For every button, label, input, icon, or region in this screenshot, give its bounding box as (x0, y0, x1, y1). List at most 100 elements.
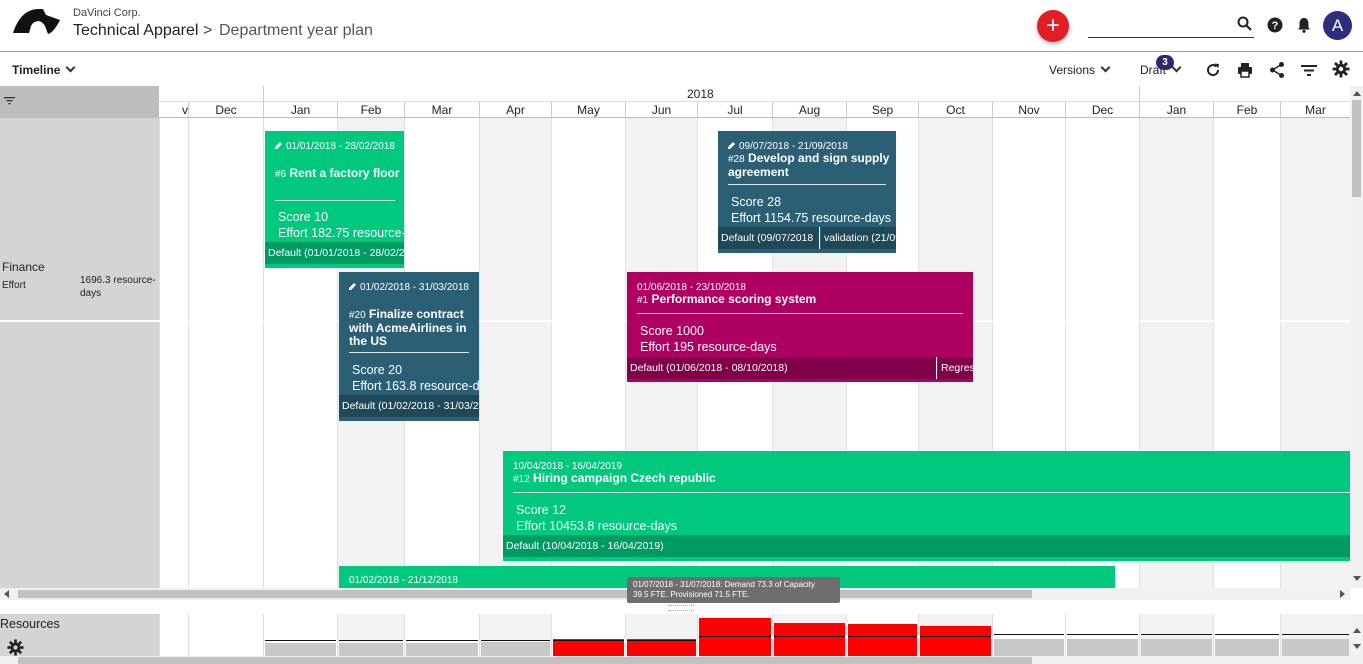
capacity-line (774, 636, 845, 637)
year-label: 2018 (687, 87, 714, 101)
resource-bar[interactable] (848, 624, 917, 656)
month-label: Oct (918, 102, 992, 117)
month-label: Mar (1280, 102, 1350, 117)
month-column (159, 118, 188, 588)
capacity-line (339, 640, 403, 641)
card-title-text: Finalize contract with AcmeAirlines in t… (349, 307, 467, 348)
view-selector-timeline[interactable]: Timeline (12, 62, 76, 77)
help-icon[interactable]: ? (1266, 16, 1284, 34)
versions-label: Versions (1049, 63, 1096, 77)
capacity-line (1141, 634, 1212, 635)
vertical-scrollbar-thumb[interactable] (1352, 100, 1361, 197)
card-title: #20 Finalize contract with AcmeAirlines … (349, 308, 474, 348)
filter-icon[interactable] (1300, 61, 1318, 79)
card-phase-default[interactable]: Default (01/02/2018 - 31/03/2018) (339, 395, 479, 417)
refresh-icon[interactable] (1204, 61, 1222, 79)
resource-bar[interactable] (1215, 639, 1279, 656)
search-icon[interactable] (1236, 15, 1254, 33)
card-phase-default[interactable]: Default (10/04/2018 - 16/04/2019) (503, 535, 1350, 557)
capacity-line (1282, 634, 1349, 635)
print-icon[interactable] (1236, 61, 1254, 79)
resources-settings-gear-icon[interactable] (7, 639, 24, 656)
card-dates: 01/02/2018 - 31/03/2018 (349, 281, 474, 294)
capacity-line (406, 640, 478, 641)
resource-bar[interactable] (1141, 639, 1212, 656)
project-card[interactable]: 01/06/2018 - 23/10/2018 #1 Performance s… (627, 272, 973, 382)
capacity-line (848, 636, 917, 637)
pane-splitter-handle[interactable] (668, 605, 694, 611)
resource-horizontal-scrollbar-thumb[interactable] (18, 657, 1032, 664)
resource-bar[interactable] (920, 626, 991, 656)
add-button[interactable]: + (1037, 10, 1069, 42)
horizontal-scrollbar-thumb[interactable] (18, 590, 1032, 598)
year-divider (1139, 86, 1140, 102)
project-card[interactable]: 09/07/2018 - 21/09/2018 #28 Develop and … (718, 131, 896, 253)
search-underline (1088, 37, 1254, 38)
resource-bar[interactable] (994, 639, 1064, 656)
card-divider (637, 313, 963, 314)
scroll-right-icon[interactable] (1340, 590, 1345, 598)
capacity-tooltip: 01/07/2018 - 31/07/2018: Demand 73.3 of … (627, 577, 840, 603)
row-header-panel: Finance Effort 1696.3 resource-days (0, 118, 159, 588)
resource-bar[interactable] (699, 618, 771, 656)
month-label: Jun (625, 102, 697, 117)
card-effort: Effort 195 resource-days (640, 340, 777, 354)
card-title-text: Rent a factory floor (289, 166, 400, 180)
card-phase-validation[interactable]: validation (21/09/2018 (821, 227, 896, 249)
capacity-line (920, 636, 991, 637)
year-header: 2018 (159, 86, 1350, 102)
resource-bar[interactable] (627, 639, 696, 656)
resource-vertical-scrollbar[interactable] (1350, 614, 1363, 656)
card-phase-default[interactable]: Default (01/01/2018 - 28/02/2018) (265, 242, 404, 264)
settings-gear-icon[interactable] (1332, 60, 1350, 78)
month-label: Nov (992, 102, 1065, 117)
breadcrumb-project[interactable]: Technical Apparel (73, 22, 198, 40)
resource-bar[interactable] (1067, 639, 1138, 656)
card-title-text: Performance scoring system (651, 292, 817, 306)
project-card[interactable]: 01/02/2018 - 31/03/2018 #20 Finalize con… (339, 272, 479, 421)
resource-bar[interactable] (774, 623, 845, 656)
pencil-icon[interactable] (349, 282, 357, 290)
share-icon[interactable] (1268, 61, 1286, 79)
resource-bar[interactable] (481, 642, 550, 656)
filter-icon[interactable] (4, 96, 15, 105)
card-divider (275, 200, 395, 201)
card-phase-default[interactable]: Default (01/06/2018 - 08/10/2018) (627, 357, 937, 379)
pencil-icon[interactable] (275, 141, 283, 149)
card-phase-regression[interactable]: Regression (938, 357, 973, 379)
resource-bar[interactable] (1282, 639, 1349, 656)
user-avatar[interactable]: A (1323, 11, 1352, 40)
resource-bar[interactable] (339, 643, 403, 656)
project-card[interactable]: 01/01/2018 - 28/02/2018 #6 Rent a factor… (265, 131, 404, 268)
row-effort-label: Effort (2, 280, 26, 291)
capacity-line (627, 640, 696, 641)
resource-month-column (188, 614, 263, 656)
resource-bar[interactable] (406, 643, 478, 656)
scroll-up-icon[interactable] (1353, 91, 1361, 96)
app-header: DaVinci Corp. Technical Apparel > Depart… (0, 0, 1363, 52)
card-divider (513, 492, 1350, 493)
svg-text:?: ? (1272, 20, 1279, 32)
card-effort: Effort 1154.75 resource-days (731, 211, 892, 225)
scroll-left-icon[interactable] (4, 590, 9, 598)
notification-bell-icon[interactable] (1295, 16, 1313, 34)
versions-dropdown[interactable]: Versions (1049, 62, 1111, 77)
card-score: Score 28 (731, 195, 782, 209)
search-input[interactable] (1088, 18, 1234, 36)
card-number: #20 (349, 310, 366, 321)
month-label: Feb (1213, 102, 1280, 117)
chevron-down-icon (66, 62, 76, 73)
scroll-down-icon[interactable] (1353, 576, 1361, 581)
scroll-down-icon[interactable] (1353, 644, 1361, 649)
month-label: Sep (846, 102, 918, 117)
resource-bar[interactable] (553, 639, 624, 656)
pencil-icon[interactable] (728, 141, 736, 149)
month-label: Mar (404, 102, 479, 117)
project-card[interactable]: 10/04/2018 - 16/04/2019 #12 Hiring campa… (503, 451, 1350, 561)
month-column (188, 118, 263, 588)
resource-bar[interactable] (265, 643, 336, 656)
month-label: Feb (337, 102, 404, 117)
card-dates-text: 01/02/2018 - 31/03/2018 (360, 282, 469, 293)
card-phase-default[interactable]: Default (09/07/2018 (718, 227, 820, 249)
scroll-up-icon[interactable] (1353, 628, 1361, 633)
